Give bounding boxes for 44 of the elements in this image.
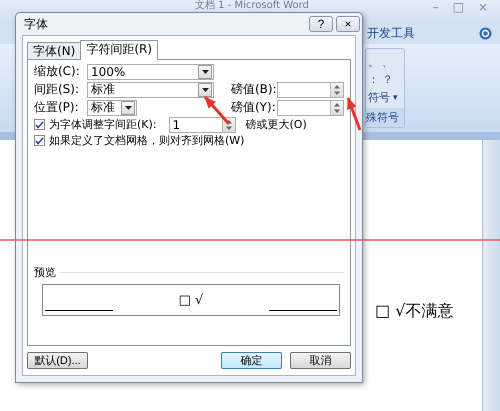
dialog-button[interactable]: 默认(D)... <box>27 352 88 369</box>
dialog-title: 字体 <box>24 16 49 32</box>
symbol-button[interactable]: 、 <box>382 55 396 70</box>
spin-field[interactable] <box>277 82 344 98</box>
field-label: 磅值(Y): <box>231 99 277 116</box>
field-value: 标准 <box>90 81 116 98</box>
field-value: 100% <box>90 64 126 78</box>
symbol-button[interactable]: 。 <box>368 55 382 70</box>
field-label: 缩放(C): <box>34 63 81 80</box>
arrow <box>346 97 362 131</box>
dialog-button[interactable]: 取消 <box>290 352 351 369</box>
dialog-button[interactable]: 确定 <box>221 352 282 369</box>
help-icon[interactable] <box>479 26 492 40</box>
checkbox[interactable] <box>34 119 45 130</box>
symbol-button[interactable]: ？ <box>382 72 396 87</box>
dropdown-field[interactable]: 标准 <box>87 82 214 98</box>
help-button[interactable]: ? <box>309 16 333 32</box>
arrow <box>204 96 230 125</box>
checkbox-label: 如果定义了文档网格，则对齐到网格(W) <box>49 133 244 148</box>
field-value: 标准 <box>90 99 116 116</box>
tab[interactable]: 字体(N) <box>27 42 82 59</box>
checkbox[interactable] <box>34 135 45 146</box>
field-label: 位置(P): <box>34 99 80 116</box>
scrollbar[interactable] <box>482 140 500 411</box>
group-label: 预览 <box>34 265 56 280</box>
dropdown-field[interactable]: 标准 <box>87 100 137 116</box>
checkbox-label: 为字体调整字间距(K): <box>49 117 157 132</box>
unit-label: 磅或更大(O) <box>246 117 307 132</box>
field-label: 磅值(B): <box>231 81 277 98</box>
field-value: 1 <box>172 118 182 132</box>
close-button[interactable]: × <box>336 16 360 32</box>
spin-field[interactable]: 1 <box>168 116 236 132</box>
group-label: 殊符号 <box>366 108 404 127</box>
field-label: 间距(S): <box>34 81 80 98</box>
document-text: □ √不满意 <box>375 301 454 320</box>
tab[interactable]: 字符间距(R) <box>80 40 158 60</box>
preview-text: □ √ <box>178 293 204 308</box>
symbol-menu-button[interactable]: 符号 ▾ <box>366 87 404 105</box>
dropdown-field[interactable]: 100% <box>87 64 214 80</box>
spin-field[interactable] <box>277 100 344 116</box>
symbol-button[interactable]: ： <box>368 72 382 87</box>
spin-arrows-icon[interactable] <box>330 100 343 114</box>
spin-arrows-icon[interactable] <box>330 82 343 96</box>
ribbon-tab[interactable]: 开发工具 <box>367 24 415 42</box>
